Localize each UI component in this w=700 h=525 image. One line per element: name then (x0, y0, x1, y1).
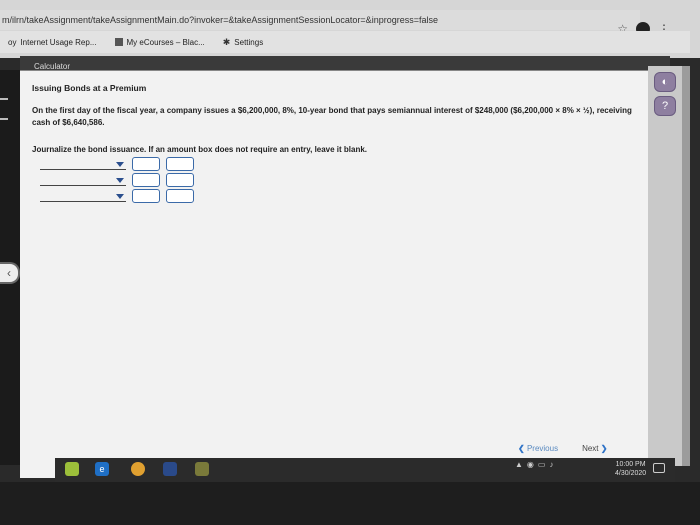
debit-input[interactable] (132, 157, 160, 171)
bezel (0, 482, 700, 525)
side-tools: ◐ ? (648, 66, 682, 466)
clock-time: 10:00 PM (615, 461, 646, 468)
app-icon[interactable] (195, 462, 209, 476)
screen: m/ilrn/takeAssignment/takeAssignmentMain… (0, 0, 700, 525)
back-arrow-icon[interactable]: ‹ (0, 262, 20, 284)
journal-row (40, 157, 200, 171)
credit-input[interactable] (166, 173, 194, 187)
question-nav: ❮ Previous Next ❯ (518, 444, 607, 453)
app-icon[interactable] (65, 462, 79, 476)
gear-icon: ✱ (222, 36, 231, 47)
instruction-text: Journalize the bond issuance. If an amou… (32, 145, 368, 154)
taskbar: e ▲ ◉ ▭ ♪ 10:00 PM 4/30/2020 (55, 458, 675, 482)
credit-input[interactable] (166, 189, 194, 203)
clock[interactable]: 10:00 PM 4/30/2020 (615, 460, 646, 478)
volume-icon[interactable]: ♪ (549, 460, 553, 469)
previous-label: Previous (526, 444, 559, 453)
debit-input[interactable] (132, 189, 160, 203)
next-button[interactable]: Next ❯ (582, 444, 607, 453)
chevron-left-icon: ❮ (518, 444, 525, 453)
scrollbar[interactable] (682, 66, 690, 466)
next-label: Next (582, 444, 599, 453)
journal-row (40, 173, 200, 187)
chevron-down-icon[interactable] (116, 177, 124, 183)
system-tray: ▲ ◉ ▭ ♪ (515, 460, 553, 469)
battery-icon[interactable]: ▭ (538, 460, 546, 469)
edge-mark (0, 118, 8, 120)
chevron-right-icon: ❯ (600, 444, 608, 453)
edge-browser-icon[interactable]: e (95, 462, 109, 476)
bookmarks-bar: oy Internet Usage Rep... My eCourses – B… (0, 31, 690, 53)
bookmark-prefix: oy (8, 37, 17, 47)
bookmark-settings[interactable]: ✱ Settings (223, 37, 263, 48)
bookmark-internet-usage[interactable]: oy Internet Usage Rep... (8, 38, 97, 47)
help-icon[interactable]: ? (654, 96, 676, 116)
problem-text: On the first day of the fiscal year, a c… (32, 106, 632, 127)
notification-icon[interactable] (653, 463, 665, 473)
bookmark-label: My eCourses – Blac... (126, 37, 205, 47)
tool-icon[interactable]: ◐ (654, 72, 676, 92)
bookmark-label: Settings (234, 37, 264, 47)
account-select[interactable] (40, 184, 126, 186)
edge-mark (0, 98, 8, 100)
chevron-down-icon[interactable] (116, 193, 124, 199)
problem-heading: Issuing Bonds at a Premium (32, 83, 147, 93)
bookmark-icon (114, 38, 123, 46)
powershell-icon[interactable] (163, 462, 177, 476)
journal-row (40, 189, 200, 203)
clock-date: 4/30/2020 (615, 470, 647, 477)
bookmark-ecourses[interactable]: My eCourses – Blac... (114, 37, 205, 47)
assignment-toolbar: Calculator (20, 56, 670, 71)
account-select[interactable] (40, 168, 126, 170)
credit-input[interactable] (166, 157, 194, 171)
network-icon[interactable]: ◉ (527, 460, 534, 469)
assignment-content: Issuing Bonds at a Premium On the first … (20, 70, 658, 478)
chrome-icon[interactable] (131, 462, 145, 476)
tray-icon[interactable]: ▲ (515, 460, 523, 469)
address-bar[interactable]: m/ilrn/takeAssignment/takeAssignmentMain… (0, 10, 640, 30)
previous-button[interactable]: ❮ Previous (518, 444, 558, 453)
account-select[interactable] (40, 200, 126, 202)
bookmark-label: Internet Usage Rep... (20, 37, 97, 47)
debit-input[interactable] (132, 173, 160, 187)
chevron-down-icon[interactable] (116, 161, 124, 167)
